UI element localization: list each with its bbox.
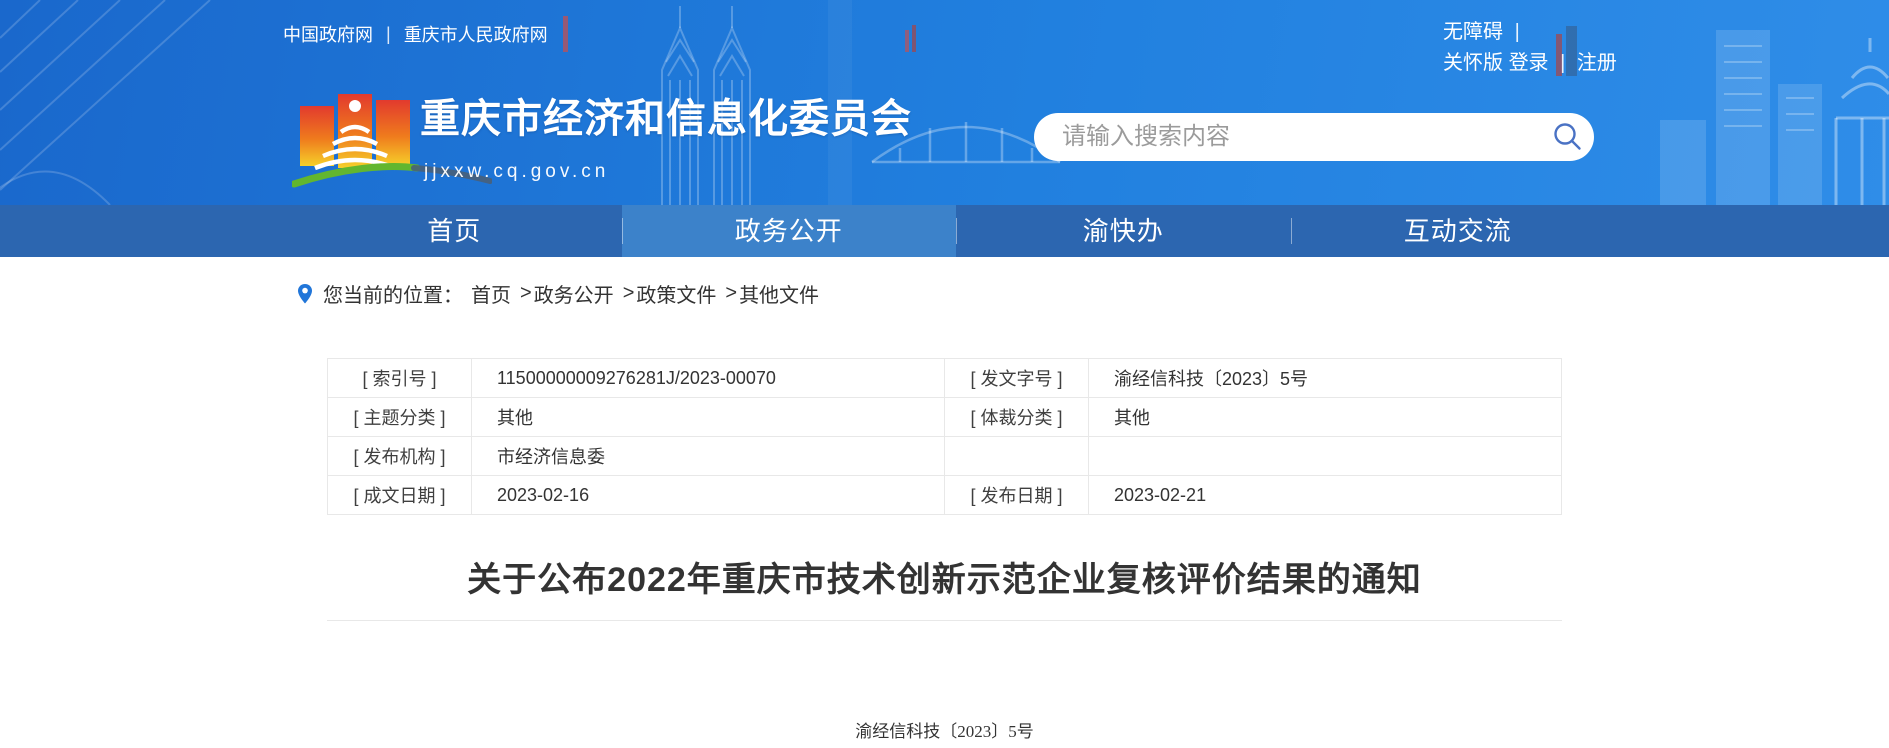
site-header: 中国政府网 | 重庆市人民政府网 无障碍 | 关怀版 登录 | 注册 重庆市经济… (0, 0, 1889, 205)
table-row: [ 主题分类 ] 其他 [ 体裁分类 ] 其他 (327, 397, 1562, 437)
search-icon (1554, 123, 1581, 150)
main-navigation: 首页 政务公开 渝快办 互动交流 (0, 205, 1889, 257)
link-register[interactable]: 注册 (1577, 52, 1617, 74)
meta-value-index-number: 11500000009276281J/2023-00070 (471, 358, 945, 398)
meta-label-issuing-agency: [ 发布机构 ] (327, 436, 472, 476)
breadcrumb-separator: > (725, 282, 738, 304)
meta-value-publish-date: 2023-02-21 (1088, 475, 1562, 515)
meta-value-subject-category: 其他 (471, 397, 945, 437)
table-row: [ 索引号 ] 11500000009276281J/2023-00070 [ … (327, 358, 1562, 398)
meta-label-written-date: [ 成文日期 ] (327, 475, 472, 515)
topbar-left-links: 中国政府网 | 重庆市人民政府网 (283, 21, 548, 47)
meta-value-doc-symbol: 渝经信科技〔2023〕5号 (1088, 358, 1562, 398)
search-button[interactable] (1542, 113, 1594, 161)
breadcrumb-item-policy-files[interactable]: 政策文件 (636, 279, 716, 308)
site-title[interactable]: 重庆市经济和信息化委员会 (420, 86, 912, 144)
page-title: 关于公布2022年重庆市技术创新示范企业复核评价结果的通知 (467, 561, 1422, 599)
meta-label-publish-date: [ 发布日期 ] (944, 475, 1089, 515)
meta-value-genre-category: 其他 (1088, 397, 1562, 437)
breadcrumb-separator: > (622, 282, 635, 304)
title-divider (327, 619, 1562, 621)
link-chongqing-gov[interactable]: 重庆市人民政府网 (404, 21, 548, 47)
meta-value-empty (1088, 436, 1562, 476)
breadcrumb-item-home[interactable]: 首页 (471, 279, 511, 308)
breadcrumb-item-gov-disclosure[interactable]: 政务公开 (534, 279, 614, 308)
search-box (1034, 113, 1594, 161)
search-input[interactable] (1034, 113, 1542, 161)
meta-label-index-number: [ 索引号 ] (327, 358, 472, 398)
document-number: 渝经信科技〔2023〕5号 (855, 721, 1034, 741)
breadcrumb-item-other-files[interactable]: 其他文件 (739, 279, 819, 308)
nav-item-home[interactable]: 首页 (287, 205, 622, 257)
topbar-right-links: 无障碍 | 关怀版 登录 | 注册 (1443, 17, 1617, 79)
topbar-separator: | (386, 23, 391, 44)
meta-label-genre-category: [ 体裁分类 ] (944, 397, 1089, 437)
meta-label-doc-symbol: [ 发文字号 ] (944, 358, 1089, 398)
meta-value-issuing-agency: 市经济信息委 (471, 436, 945, 476)
topbar-separator: | (1560, 52, 1566, 74)
meta-label-subject-category: [ 主题分类 ] (327, 397, 472, 437)
table-row: [ 成文日期 ] 2023-02-16 [ 发布日期 ] 2023-02-21 (327, 475, 1562, 515)
table-row: [ 发布机构 ] 市经济信息委 (327, 436, 1562, 476)
nav-item-yukuaiban[interactable]: 渝快办 (956, 205, 1291, 257)
breadcrumb: 您当前的位置： 首页 > 政务公开 > 政策文件 > 其他文件 (297, 279, 1562, 308)
meta-label-empty (944, 436, 1089, 476)
site-url: jjxxw.cq.gov.cn (424, 161, 610, 182)
meta-value-written-date: 2023-02-16 (471, 475, 945, 515)
link-china-gov[interactable]: 中国政府网 (283, 21, 373, 47)
link-accessibility[interactable]: 无障碍 (1443, 21, 1503, 43)
document-meta-table: [ 索引号 ] 11500000009276281J/2023-00070 [ … (327, 358, 1562, 515)
link-care-version[interactable]: 关怀版 (1443, 52, 1503, 74)
breadcrumb-separator: > (520, 282, 532, 304)
main-content: 您当前的位置： 首页 > 政务公开 > 政策文件 > 其他文件 [ 索引号 ] … (298, 279, 1562, 742)
breadcrumb-prefix: 您当前的位置： (323, 285, 463, 307)
topbar-separator: | (1514, 21, 1520, 43)
link-login[interactable]: 登录 (1509, 52, 1549, 74)
nav-item-gov-disclosure[interactable]: 政务公开 (621, 205, 956, 257)
nav-item-interaction[interactable]: 互动交流 (1290, 205, 1626, 257)
location-pin-icon (298, 283, 312, 303)
